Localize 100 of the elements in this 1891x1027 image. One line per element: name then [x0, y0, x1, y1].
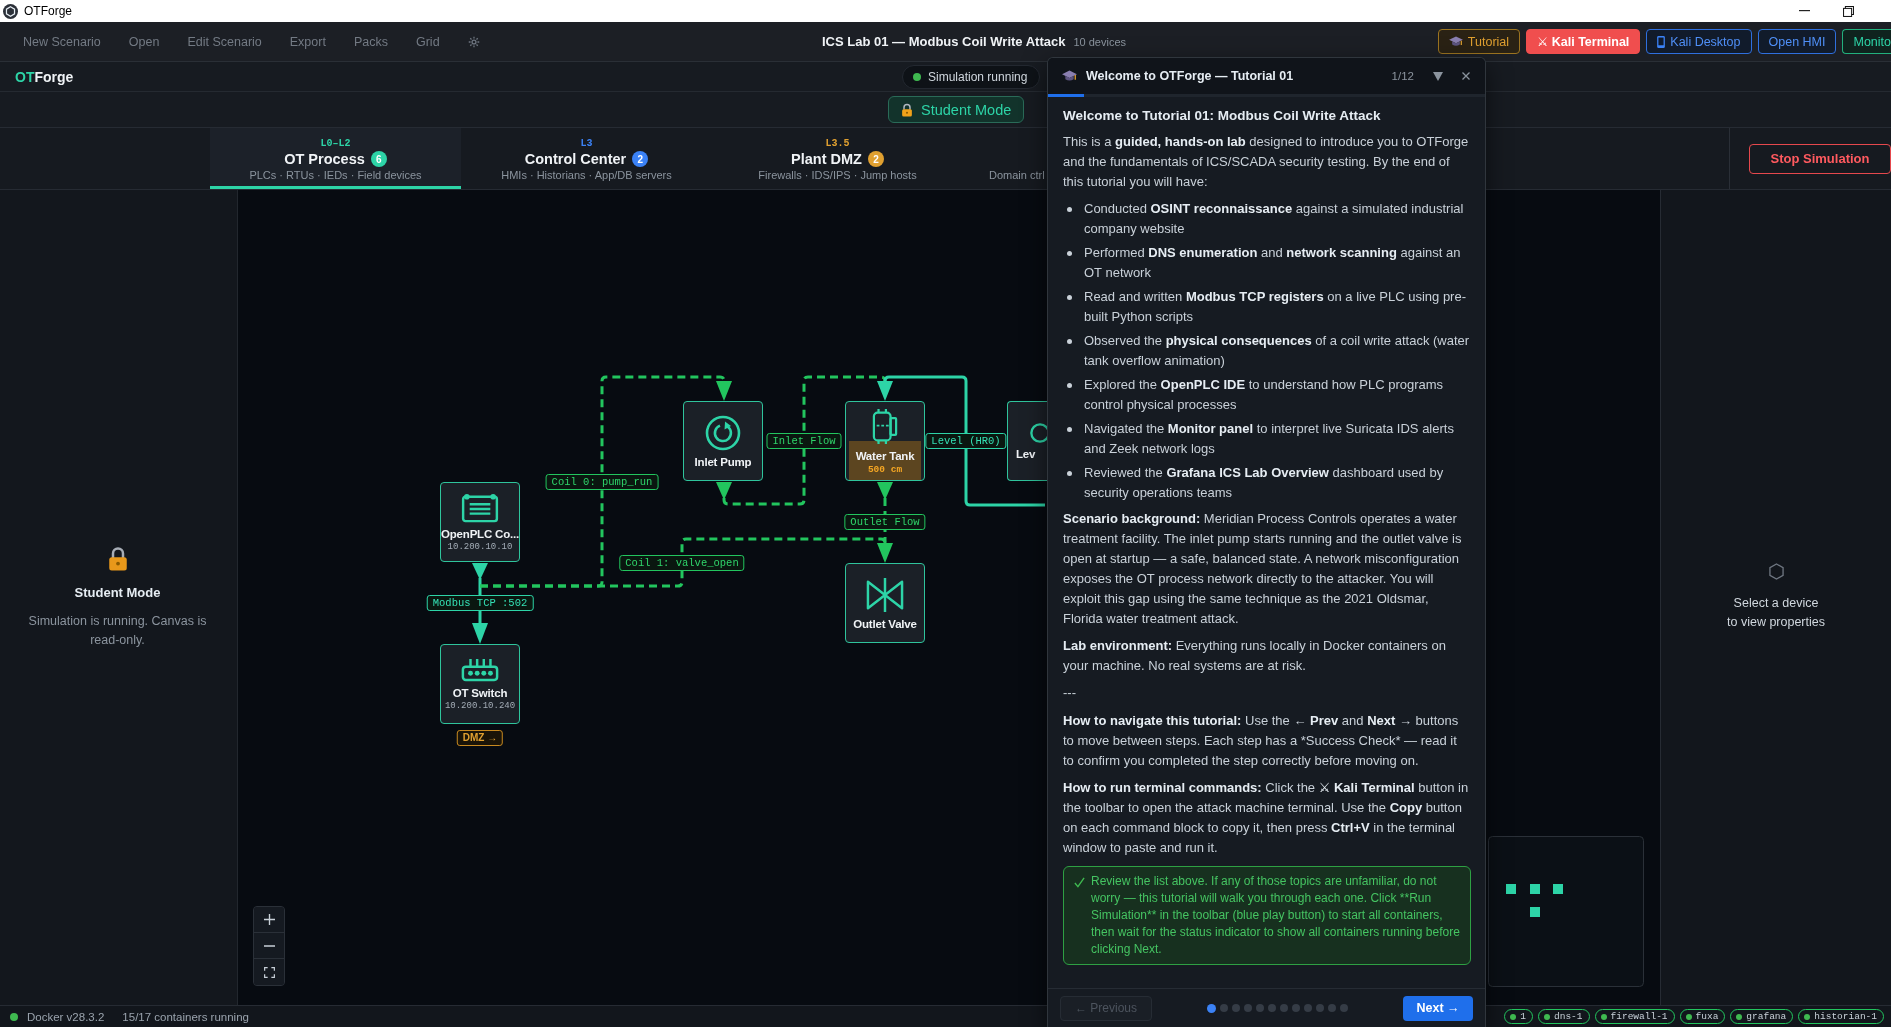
device-node[interactable]: Outlet Valve — [845, 563, 925, 643]
step-counter: 1/12 — [1391, 70, 1414, 82]
tab-subtitle: HMIs · Historians · App/DB servers — [501, 169, 672, 181]
panel-title: Student Mode — [74, 584, 161, 600]
panel-title: Welcome to OTForge — Tutorial 01 — [1086, 69, 1294, 83]
menu-item[interactable]: Grid — [415, 34, 440, 49]
container-name: firewall-1 — [1610, 1011, 1668, 1022]
paragraph: This is a guided, hands-on lab designed to introduce you to OTForge and the fundamentals of ICS/SCADA security testing. By the end of this tutorial you will have: — [1063, 133, 1470, 191]
menu-item[interactable]: Export — [289, 34, 326, 49]
status-dot-icon — [1544, 1013, 1550, 1020]
next-button[interactable]: Next → — [1403, 995, 1473, 1021]
node-label: Outlet Valve — [853, 617, 917, 630]
zoom-in-button[interactable] — [254, 907, 284, 933]
check-icon — [1074, 877, 1085, 888]
settings-icon[interactable] — [467, 35, 480, 48]
edge-label: Outlet Flow — [844, 514, 926, 530]
step-dot-icon[interactable] — [1328, 1004, 1336, 1012]
bullet-icon — [1067, 471, 1072, 476]
tab-title: Plant DMZ — [791, 151, 862, 167]
bullet-icon — [1067, 295, 1072, 300]
status-dot-icon — [1736, 1013, 1743, 1020]
step-dot-icon[interactable] — [1220, 1004, 1228, 1012]
panel-message: Simulation is running. Canvas is read-only. — [27, 612, 208, 649]
close-icon[interactable] — [1462, 72, 1470, 80]
step-dot-icon[interactable] — [1280, 1004, 1288, 1012]
step-dot-icon[interactable] — [1232, 1004, 1240, 1012]
device-node[interactable]: Lev — [1007, 401, 1047, 481]
toolbar-button[interactable]: Kali Desktop — [1646, 29, 1752, 54]
device-node[interactable]: OpenPLC Co... 10.200.10.10 — [440, 482, 520, 562]
edge-label: Modbus TCP :502 — [426, 595, 534, 611]
status-dot-icon — [1600, 1013, 1607, 1020]
bullet-icon — [1067, 427, 1072, 432]
container-name: grafana — [1746, 1011, 1787, 1022]
toolbar-button[interactable]: Tutorial — [1437, 29, 1521, 54]
device-node[interactable]: Inlet Pump — [683, 401, 763, 481]
container-name: fuxa — [1695, 1011, 1719, 1022]
menu-item[interactable]: New Scenario — [23, 34, 101, 49]
container-name: dns-1 — [1554, 1011, 1583, 1022]
menu-item[interactable]: Edit Scenario — [187, 34, 262, 49]
node-label: Inlet Pump — [694, 455, 752, 468]
separator-text: --- — [1063, 684, 1077, 702]
step-dot-icon[interactable] — [1316, 1004, 1324, 1012]
step-dot-icon[interactable] — [1292, 1004, 1300, 1012]
paragraph: Scenario background: Meridian Process Controls operates a water treatment facility. The inlet pump starts running and the outlet valve is open at startup — a safe, balanced state. A network misconfiguration exposes the OT process network directly to the attacker. You will exploit this gap using the same technique as the 2021 Oldsmar, Florida water treatment attack. — [1063, 510, 1463, 628]
bullet-icon — [1067, 339, 1072, 344]
container-name: 1 — [1520, 1011, 1526, 1022]
step-dot-icon[interactable] — [1304, 1004, 1312, 1012]
menu-item[interactable]: Open — [128, 34, 160, 49]
callout-text: Review the list above. If any of those topics are unfamiliar, do not worry — this tutorial will walk you through each one. Click **Run Simulation** in the toolbar (blue play button) to start all containers, then wait for the status indicator to show all containers running before clicking Next. — [1091, 873, 1460, 958]
node-label: OpenPLC Co... — [441, 527, 519, 540]
paragraph: How to run terminal commands: Click the ⚔ Kali Terminal button in the toolbar to open the attack machine terminal. Use the Copy button on each command block to copy it, then press Ctrl+V in the terminal window to paste and run it. — [1063, 779, 1470, 857]
count-badge: 2 — [632, 151, 649, 167]
tab[interactable]: L3.5 Plant DMZ 2 Firewalls · IDS/IPS · Jump hosts — [712, 128, 963, 189]
bullet-icon — [1067, 251, 1072, 256]
tab[interactable]: L0–L2 OT Process 6 PLCs · RTUs · IEDs · Field devices — [210, 128, 461, 189]
app-icon — [3, 3, 18, 19]
tab-title: Control Center — [524, 151, 627, 167]
lock-icon — [901, 102, 913, 117]
minus-icon — [263, 944, 275, 947]
toolbar-button[interactable]: Open HMI — [1757, 29, 1837, 54]
status-dot-icon — [1804, 1013, 1811, 1020]
toolbar-button[interactable]: ⚔ Kali Terminal — [1526, 29, 1641, 54]
tab-level: L0–L2 — [320, 138, 351, 149]
hexagon-icon — [1768, 563, 1784, 580]
step-dot-icon[interactable] — [1207, 1003, 1216, 1013]
node-label: Water Tank — [855, 449, 915, 462]
status-dot-icon — [1510, 1013, 1517, 1020]
minimize-icon[interactable] — [1799, 10, 1810, 12]
list-item-text: Reviewed the Grafana ICS Lab Overview dashboard used by security operations teams — [1084, 464, 1445, 502]
count-badge: 2 — [867, 151, 884, 167]
step-dot-icon[interactable] — [1268, 1004, 1276, 1012]
tab-subtitle: Firewalls · IDS/IPS · Jump hosts — [758, 169, 917, 181]
bullet-icon — [1067, 383, 1072, 388]
menu-item[interactable]: Packs — [353, 34, 388, 49]
container-count: 15/17 containers running — [122, 1010, 249, 1023]
stop-simulation-button[interactable]: Stop Simulation — [1749, 143, 1891, 174]
edge-label: Inlet Flow — [766, 433, 842, 449]
ring-icon — [1030, 422, 1047, 443]
expand-corners-icon — [263, 966, 275, 978]
tab[interactable]: Domain ctrl — [963, 128, 1048, 189]
toolbar-button[interactable]: Monito — [1842, 29, 1891, 54]
restore-icon[interactable] — [1843, 5, 1854, 17]
window-title: OTForge — [24, 4, 72, 18]
step-dot-icon[interactable] — [1244, 1004, 1252, 1012]
mode-button[interactable]: Student Mode — [888, 96, 1025, 123]
device-count: 10 devices — [1073, 36, 1126, 48]
tab-level: L3 — [580, 138, 593, 149]
step-dot-icon[interactable] — [1340, 1004, 1348, 1012]
edge-label: Coil 1: valve_open — [619, 555, 745, 571]
zone-link[interactable]: DMZ → — [456, 730, 504, 746]
tutorial-heading: Welcome to Tutorial 01: Modbus Coil Write Attack — [1063, 107, 1382, 125]
node-reading: 500 cm — [867, 463, 903, 475]
minimap[interactable] — [1488, 836, 1644, 987]
collapse-icon[interactable] — [1433, 71, 1443, 81]
tab[interactable]: L3 Control Center 2 HMIs · Historians · App/DB servers — [461, 128, 712, 189]
step-dot-icon[interactable] — [1256, 1004, 1264, 1012]
device-node[interactable]: Water Tank 500 cm — [845, 401, 925, 481]
node-label: OT Switch — [452, 687, 508, 699]
device-node[interactable]: OT Switch 10.200.10.240 — [440, 644, 520, 724]
status-label: Simulation running — [928, 69, 1028, 84]
